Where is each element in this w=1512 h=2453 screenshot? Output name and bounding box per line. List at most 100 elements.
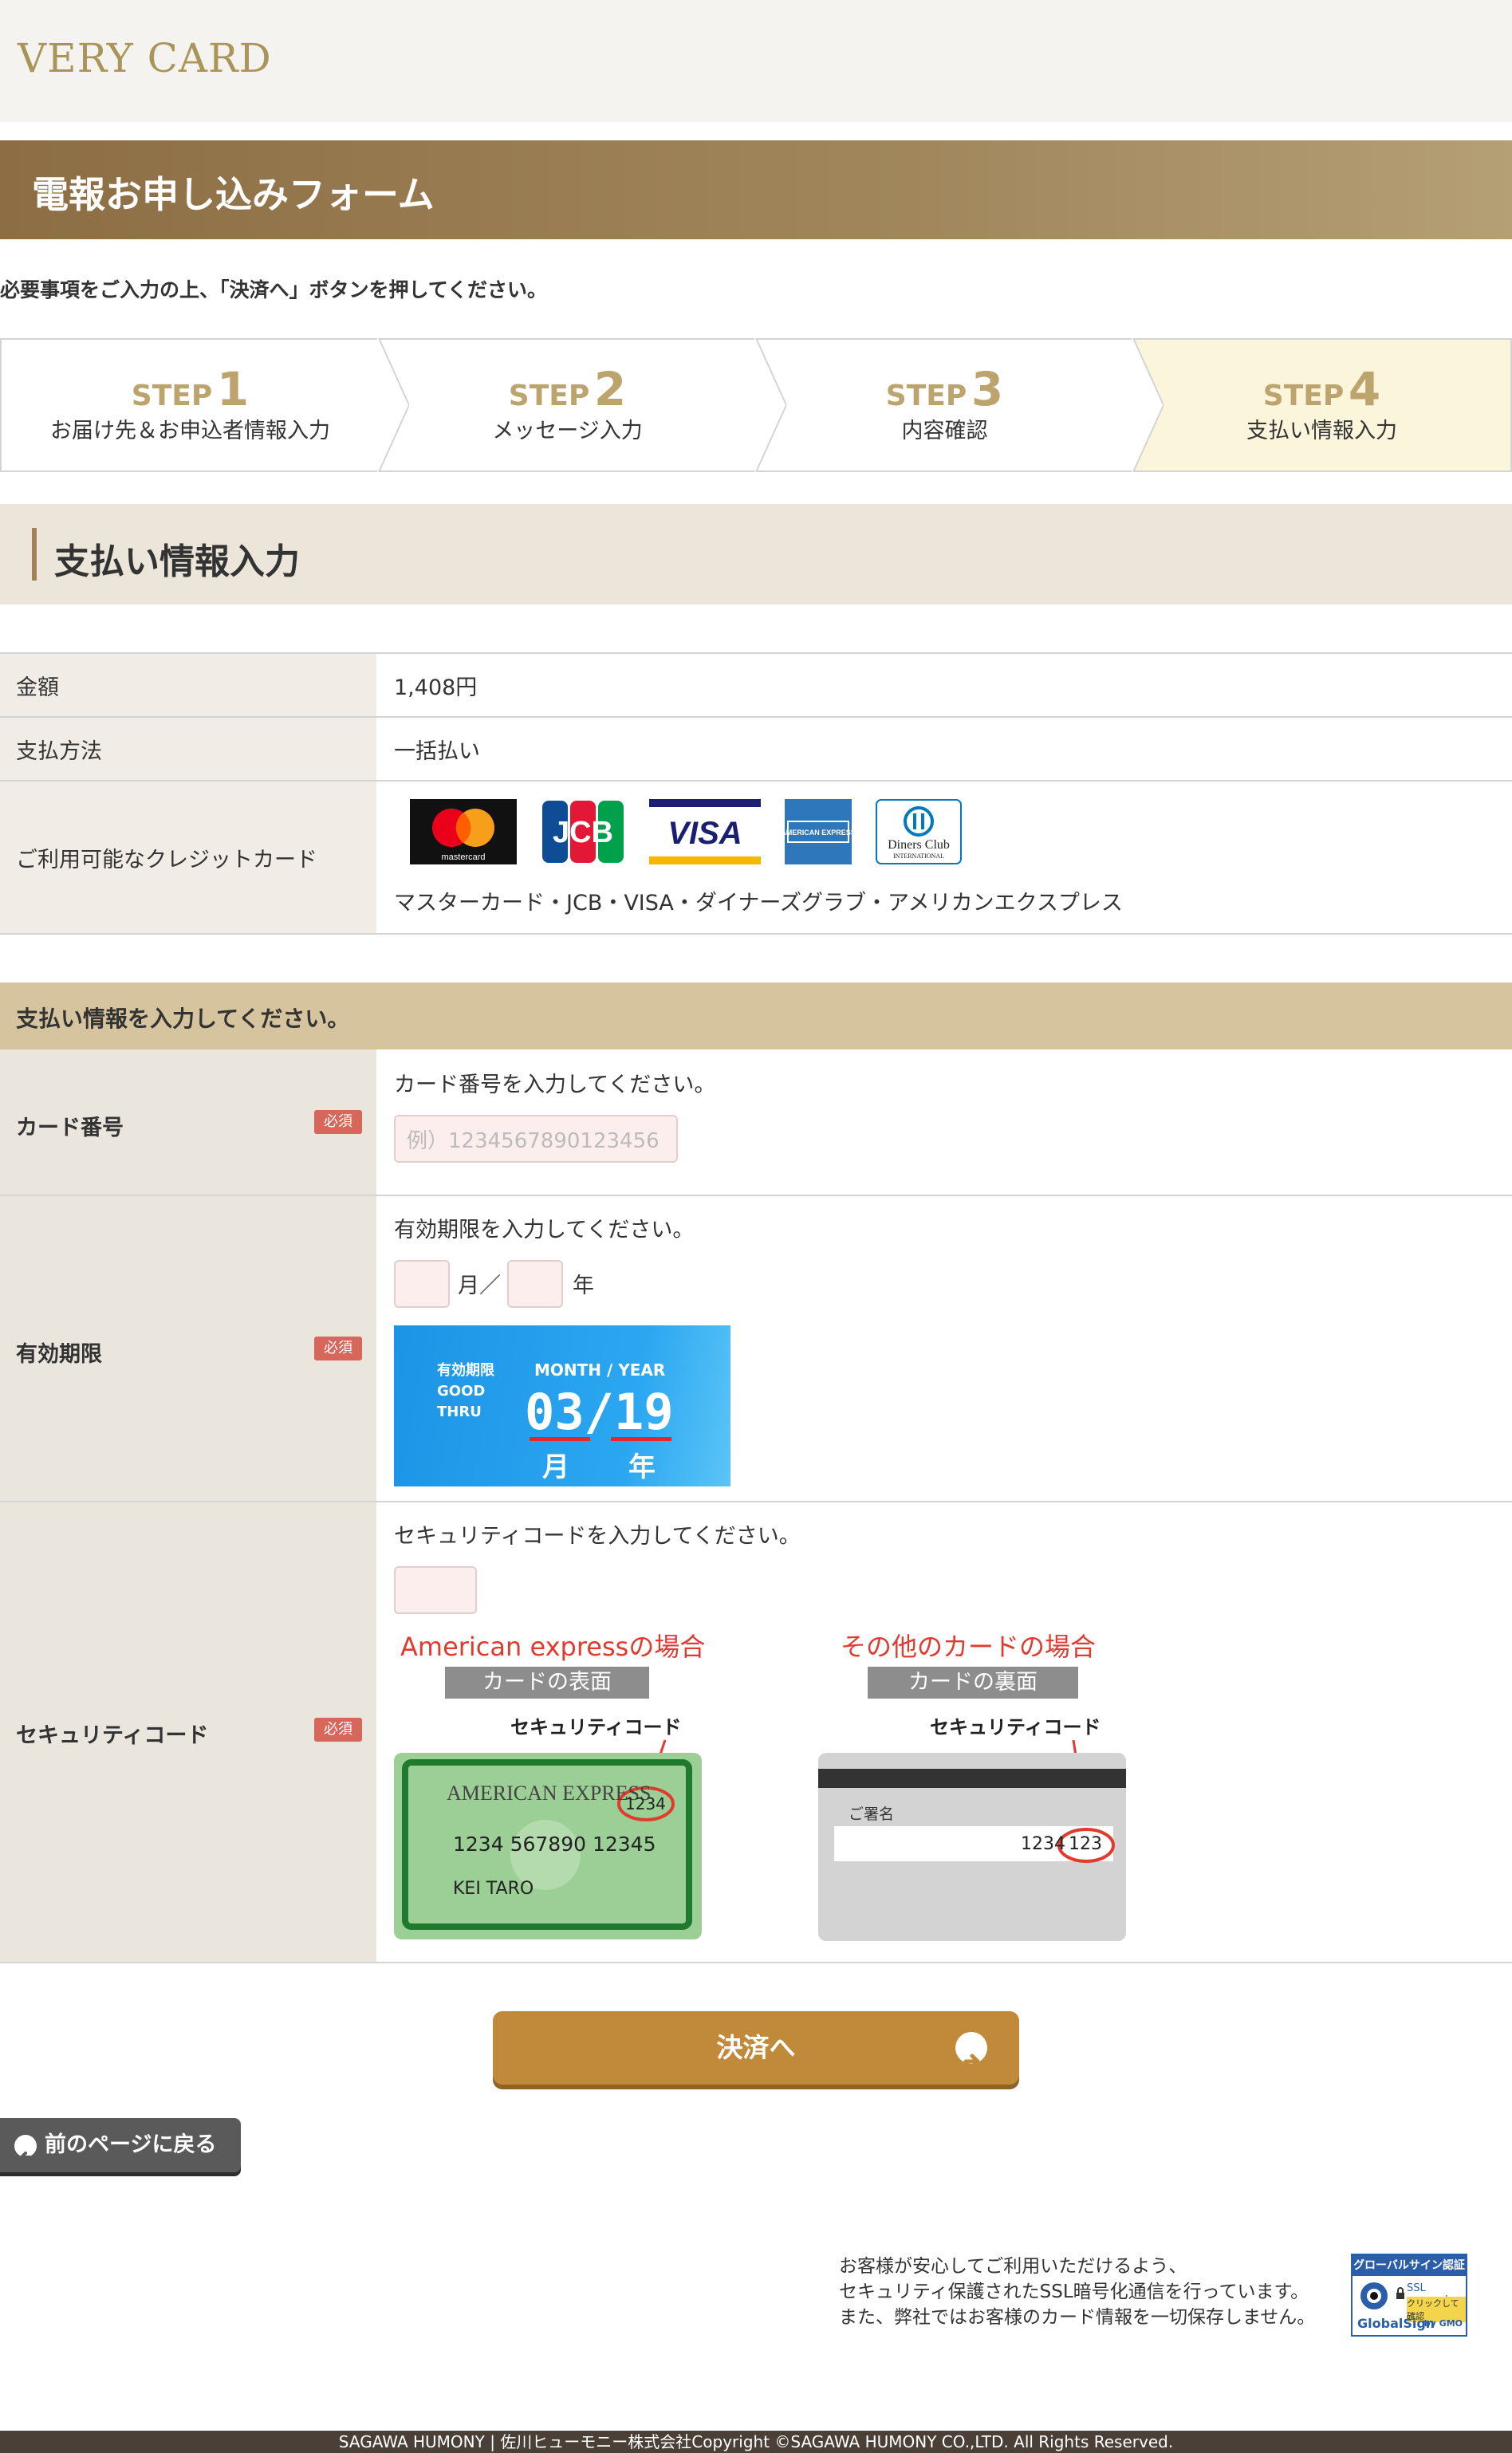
section-accent-bar [32, 528, 37, 581]
badge-top: グローバルサイン認証サイト [1353, 2255, 1466, 2293]
other-case-title: その他のカードの場合 [841, 1632, 1097, 1662]
globe-icon [1360, 2282, 1388, 2309]
back-button[interactable]: 前のページに戻る [0, 2118, 241, 2172]
title-banner: 電報お申し込みフォーム [0, 140, 1512, 239]
step-arrow-icon [754, 338, 786, 472]
amex-number-text: 1234 567890 12345 [453, 1833, 656, 1856]
expiry-img-year: 年 [628, 1451, 656, 1483]
back-code-value: 123 [1069, 1834, 1102, 1854]
step-arrow-icon [1132, 338, 1164, 472]
cards-cell: mastercard JCB VISA AMERICAN EXPRES Dine… [376, 782, 1512, 933]
page-title: 電報お申し込みフォーム [32, 173, 435, 216]
method-value: 一括払い [394, 738, 480, 764]
site-header: VERY CARD [0, 0, 1512, 122]
intro-text: 必要事項をご入力の上、「決済へ」ボタンを押してください。 [0, 278, 548, 301]
step-1-number: 1 [216, 362, 250, 416]
very-card-logo[interactable]: VERY CARD [18, 35, 272, 81]
amex-logo-icon: AMERICAN EXPRESS [785, 799, 852, 864]
badge-bottom: GlobalSign by GMO [1353, 2316, 1466, 2335]
cards-label: ご利用可能なクレジットカード [0, 782, 376, 933]
badge-gmo: by GMO [1423, 2318, 1463, 2329]
expiry-row: 有効期限 必須 有効期限を入力してください。 月／ 年 有効期限 GOOD TH… [0, 1196, 1512, 1502]
amex-case-title: American expressの場合 [400, 1632, 706, 1662]
security-code-input[interactable] [394, 1566, 477, 1614]
back-button-label: 前のページに戻る [45, 2132, 217, 2157]
expiry-img-left-2: GOOD [437, 1383, 486, 1400]
expiry-cell: 有効期限を入力してください。 月／ 年 有効期限 GOOD THRU MONTH… [376, 1196, 1512, 1501]
badge-middle: SSL secured クリックして確認 [1353, 2276, 1466, 2322]
section-header: 支払い情報入力 [0, 504, 1512, 604]
required-badge: 必須 [314, 1110, 362, 1134]
card-number-row: カード番号 必須 カード番号を入力してください。 例）1234567890123… [0, 1049, 1512, 1196]
required-badge: 必須 [314, 1718, 362, 1742]
expiry-img-left-1: 有効期限 [437, 1362, 494, 1379]
pay-button-label: 決済へ [716, 2032, 796, 2063]
lock-icon [1396, 2287, 1404, 2299]
step-1-word: STEP [131, 380, 213, 412]
year-unit: 年 [573, 1274, 594, 1298]
step-1-label: お届け先＆お申込者情報入力 [50, 419, 330, 443]
back-number-text: 1234 [1021, 1834, 1065, 1854]
security-code-header: セキュリティコード 必須 [0, 1502, 376, 1962]
required-badge: 必須 [314, 1337, 362, 1360]
diners-club-logo-icon: Diners Club INTERNATIONAL [876, 799, 962, 864]
security-code-row: セキュリティコード 必須 セキュリティコードを入力してください。 America… [0, 1502, 1512, 1963]
ssl-line-1: お客様が安心してご利用いただけるよう、 [839, 2256, 1187, 2277]
security-code-cell: セキュリティコードを入力してください。 American expressの場合 … [376, 1502, 1512, 1962]
step-4-label: 支払い情報入力 [1246, 419, 1397, 443]
footer: SAGAWA HUMONY | 佐川ヒューモニー株式会社Copyright ©S… [0, 2431, 1512, 2453]
step-4-word: STEP [1262, 380, 1345, 412]
ssl-line-2: セキュリティ保護されたSSL暗号化通信を行っています。 [839, 2282, 1309, 2302]
step-3: STEP 3 内容確認 [756, 338, 1164, 472]
ssl-line-3: また、弊社ではお客様のカード情報を一切保存しません。 [839, 2307, 1316, 2328]
card-number-input[interactable]: 例）1234567890123456 [394, 1115, 678, 1163]
card-logos: mastercard JCB VISA AMERICAN EXPRES Dine… [410, 799, 962, 864]
card-back-example: セキュリティコード ご署名 1234 123 [818, 1711, 1126, 1943]
expiry-img-left-3: THRU [437, 1404, 482, 1420]
pay-button[interactable]: 決済へ [493, 2011, 1019, 2085]
jcb-text: JCB [553, 816, 613, 849]
arrow-right-icon [955, 2032, 987, 2069]
step-2-number: 2 [593, 362, 627, 416]
amex-name-text: KEI TARO [453, 1879, 534, 1899]
visa-logo-icon: VISA [649, 799, 761, 864]
step-1: STEP 1 お届け先＆お申込者情報入力 [2, 338, 409, 472]
step-2-label: メッセージ入力 [492, 419, 643, 443]
arrow-left-icon [14, 2135, 37, 2163]
payment-form-heading: 支払い情報を入力してください。 [0, 982, 1512, 1049]
step-arrow-icon [377, 338, 409, 472]
diners-subtext: INTERNATIONAL [893, 852, 944, 860]
mastercard-text: mastercard [441, 852, 485, 862]
step-4-active: STEP 4 支払い情報入力 [1133, 340, 1510, 471]
amex-card-example: セキュリティコード AMERICAN EXPRESS 1234 1234 567… [394, 1711, 702, 1943]
expiry-img-left: 有効期限 GOOD THRU [437, 1360, 494, 1423]
table-row: ご利用可能なクレジットカード mastercard JCB VISA AMERI… [0, 782, 1512, 935]
globalsign-ssl-badge[interactable]: グローバルサイン認証サイト SSL secured クリックして確認 Globa… [1351, 2254, 1467, 2337]
card-back-icon [818, 1739, 1126, 1941]
amex-front-tag: カードの表面 [445, 1667, 649, 1699]
expiry-year-input[interactable] [507, 1260, 563, 1308]
step-2: STEP 2 メッセージ入力 [379, 338, 786, 472]
expiry-header: 有効期限 必須 [0, 1196, 376, 1501]
year-underline [611, 1437, 671, 1441]
card-number-header: カード番号 必須 [0, 1049, 376, 1195]
amex-card-icon [394, 1739, 702, 1939]
card-number-hint: カード番号を入力してください。 [394, 1073, 716, 1097]
mastercard-logo-icon: mastercard [410, 799, 517, 864]
accepted-cards-text: マスターカード・JCB・VISA・ダイナーズグラブ・アメリカンエクスプレス [394, 891, 1123, 915]
amount-value: 1,408円 [394, 675, 478, 700]
step-4-number: 4 [1348, 362, 1381, 416]
expiry-example-image: 有効期限 GOOD THRU MONTH / YEAR 03/19 月 年 [394, 1325, 730, 1486]
badge-globalsign: GlobalSign [1357, 2316, 1435, 2331]
method-label: 支払方法 [0, 718, 376, 780]
expiry-month-input[interactable] [394, 1260, 450, 1308]
table-row: 支払方法 一括払い [0, 718, 1512, 782]
expiry-hint: 有効期限を入力してください。 [394, 1218, 695, 1242]
section-title: 支払い情報入力 [54, 541, 300, 582]
amount-label: 金額 [0, 654, 376, 716]
step-2-word: STEP [508, 380, 590, 412]
amex-code-value: 1234 [625, 1794, 666, 1813]
table-row: 金額 1,408円 [0, 654, 1512, 718]
jcb-logo-icon: JCB [541, 799, 625, 864]
visa-text: VISA [667, 816, 742, 851]
